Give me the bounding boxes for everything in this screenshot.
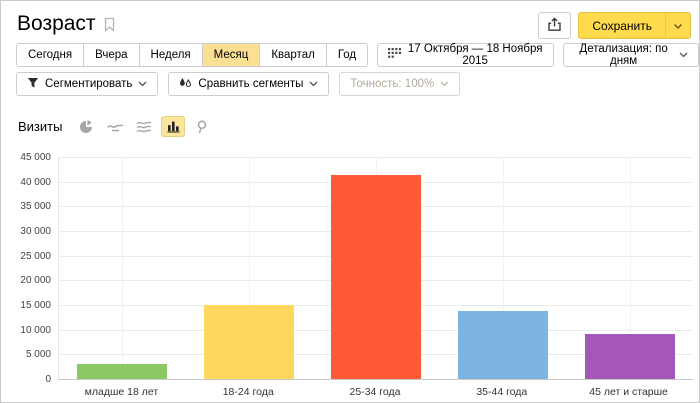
page-title: Возраст xyxy=(17,12,96,35)
segment-toolbar: Сегментировать Сравнить сегменты Точност… xyxy=(16,72,699,96)
filter-funnel-icon xyxy=(27,77,39,92)
map-icon[interactable] xyxy=(190,116,214,137)
x-axis-category-label: младше 18 лет xyxy=(58,386,185,398)
chevron-down-icon xyxy=(679,49,688,61)
date-range-label: 17 Октября — 18 Ноября 2015 xyxy=(407,43,543,67)
x-gridline xyxy=(122,157,123,379)
chart-view-switcher xyxy=(74,116,214,137)
period-toolbar: Сегодня Вчера Неделя Месяц Квартал Год 1… xyxy=(16,43,699,67)
y-axis-tick-label: 20 000 xyxy=(1,275,51,286)
x-axis-category-label: 25-34 года xyxy=(312,386,439,398)
save-button[interactable]: Сохранить xyxy=(579,13,665,38)
metric-row: Визиты xyxy=(18,116,699,137)
metric-label: Визиты xyxy=(18,119,62,134)
chart-bar[interactable] xyxy=(585,334,675,379)
chart-bar[interactable] xyxy=(458,311,548,379)
tab-year[interactable]: Год xyxy=(327,43,368,67)
tab-yesterday[interactable]: Вчера xyxy=(84,43,139,67)
save-split-button: Сохранить xyxy=(578,12,691,39)
yandex-metrica-age-report: Возраст Сохранить xyxy=(0,0,700,403)
pie-chart-icon[interactable] xyxy=(74,116,98,137)
chart-bar[interactable] xyxy=(331,175,421,379)
chevron-down-icon xyxy=(440,78,449,90)
tab-quarter[interactable]: Квартал xyxy=(260,43,326,67)
tab-today[interactable]: Сегодня xyxy=(16,43,84,67)
chevron-down-icon xyxy=(309,78,318,90)
chart-plot-area xyxy=(58,157,693,380)
date-range-button[interactable]: 17 Октября — 18 Ноября 2015 xyxy=(377,43,554,67)
y-axis-tick-label: 10 000 xyxy=(1,325,51,336)
precision-label: Точность: 100% xyxy=(350,78,434,90)
precision-dropdown[interactable]: Точность: 100% xyxy=(339,72,460,96)
save-dropdown-button[interactable] xyxy=(665,13,690,38)
export-button[interactable] xyxy=(538,12,571,39)
y-axis-tick-label: 25 000 xyxy=(1,251,51,262)
stacked-chart-icon[interactable] xyxy=(132,116,156,137)
visits-bar-chart: 0 5 000 10 000 15 000 20 000 25 000 30 000 35 0… xyxy=(1,147,699,403)
chevron-down-icon xyxy=(138,78,147,90)
droplets-icon xyxy=(179,77,192,92)
tab-week[interactable]: Неделя xyxy=(140,43,203,67)
chart-bar[interactable] xyxy=(77,364,167,379)
x-axis-category-label: 18-24 года xyxy=(185,386,312,398)
bar-chart-icon[interactable] xyxy=(161,116,185,137)
y-axis-tick-label: 0 xyxy=(1,374,51,385)
tab-month[interactable]: Месяц xyxy=(203,43,261,67)
export-icon xyxy=(547,17,562,35)
compare-segments-dropdown[interactable]: Сравнить сегменты xyxy=(168,72,329,96)
y-axis-tick-label: 45 000 xyxy=(1,152,51,163)
x-axis-category-label: 45 лет и старше xyxy=(565,386,692,398)
detail-label: Детализация: по дням xyxy=(574,43,673,67)
x-axis-category-label: 35-44 года xyxy=(438,386,565,398)
y-axis-tick-label: 40 000 xyxy=(1,177,51,188)
y-axis-tick-label: 15 000 xyxy=(1,300,51,311)
y-axis-tick-label: 5 000 xyxy=(1,349,51,360)
detail-dropdown[interactable]: Детализация: по дням xyxy=(563,43,699,67)
period-tab-group: Сегодня Вчера Неделя Месяц Квартал Год xyxy=(16,43,368,67)
chart-bar[interactable] xyxy=(204,305,294,379)
bookmark-icon[interactable] xyxy=(104,17,115,37)
segment-label: Сегментировать xyxy=(45,78,132,90)
y-axis-tick-label: 35 000 xyxy=(1,201,51,212)
compare-label: Сравнить сегменты xyxy=(198,78,303,90)
line-chart-icon[interactable] xyxy=(103,116,127,137)
segment-dropdown[interactable]: Сегментировать xyxy=(16,72,158,96)
chevron-down-icon xyxy=(673,18,683,33)
report-header: Возраст Сохранить xyxy=(1,1,699,39)
calendar-icon xyxy=(388,48,401,62)
y-axis-tick-label: 30 000 xyxy=(1,226,51,237)
